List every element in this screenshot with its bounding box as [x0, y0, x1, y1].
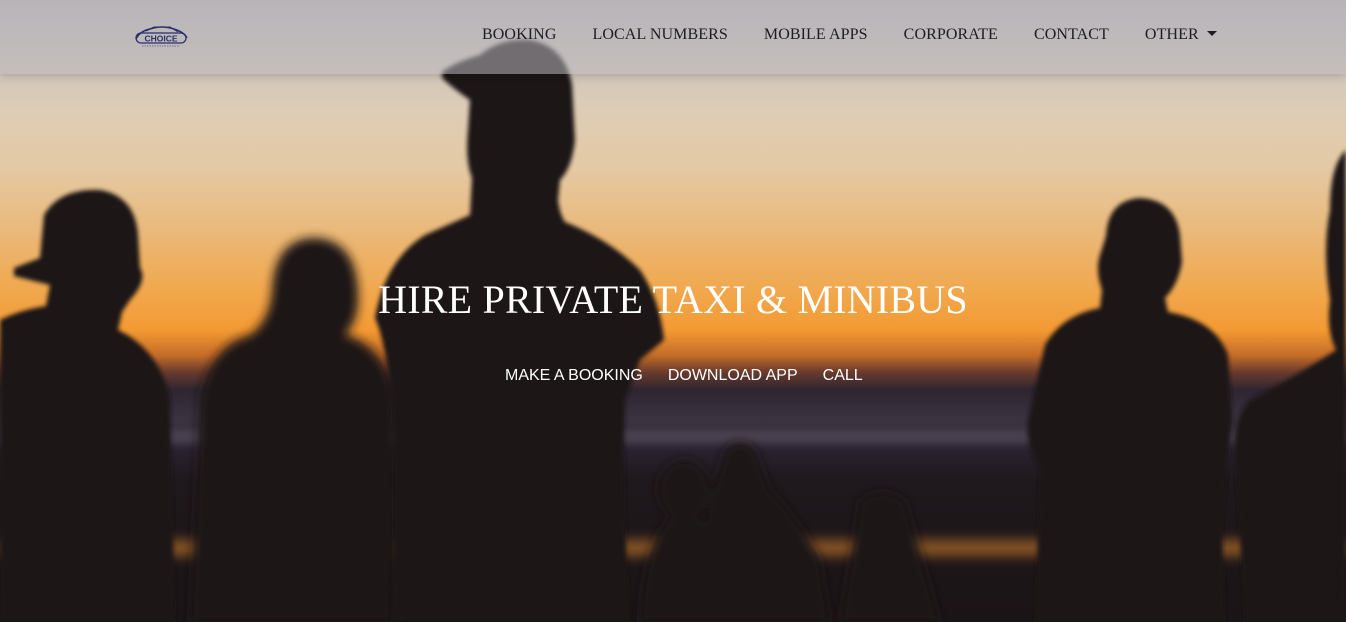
download-app-link[interactable]: DOWNLOAD APP — [668, 367, 798, 385]
nav-other-dropdown[interactable]: OTHER — [1145, 26, 1217, 44]
top-navbar: CHOICE BOOKING LOCAL NUMBERS MOBILE APPS… — [0, 0, 1346, 74]
nav-contact[interactable]: CONTACT — [1034, 26, 1109, 44]
nav-corporate[interactable]: CORPORATE — [904, 26, 998, 44]
nav-other-label: OTHER — [1144, 26, 1199, 43]
hero-section: CHOICE BOOKING LOCAL NUMBERS MOBILE APPS… — [0, 0, 1346, 622]
main-nav: BOOKING LOCAL NUMBERS MOBILE APPS CORPOR… — [482, 26, 1217, 44]
svg-text:CHOICE: CHOICE — [144, 34, 177, 44]
caret-down-icon — [1206, 31, 1217, 36]
nav-local-numbers[interactable]: LOCAL NUMBERS — [592, 26, 727, 44]
car-logo-icon: CHOICE — [135, 26, 188, 47]
hero-title: HIRE PRIVATE TAXI & MINIBUS — [0, 276, 1346, 323]
call-link[interactable]: CALL — [823, 367, 863, 385]
nav-booking[interactable]: BOOKING — [482, 26, 556, 44]
hero-title-text: HIRE PRIVATE TAXI & MINIBUS — [378, 277, 968, 322]
make-booking-link[interactable]: MAKE A BOOKING — [505, 367, 643, 385]
nav-mobile-apps[interactable]: MOBILE APPS — [764, 26, 868, 44]
hero-actions: MAKE A BOOKING DOWNLOAD APP CALL — [505, 367, 863, 385]
brand-logo[interactable]: CHOICE — [132, 23, 190, 49]
